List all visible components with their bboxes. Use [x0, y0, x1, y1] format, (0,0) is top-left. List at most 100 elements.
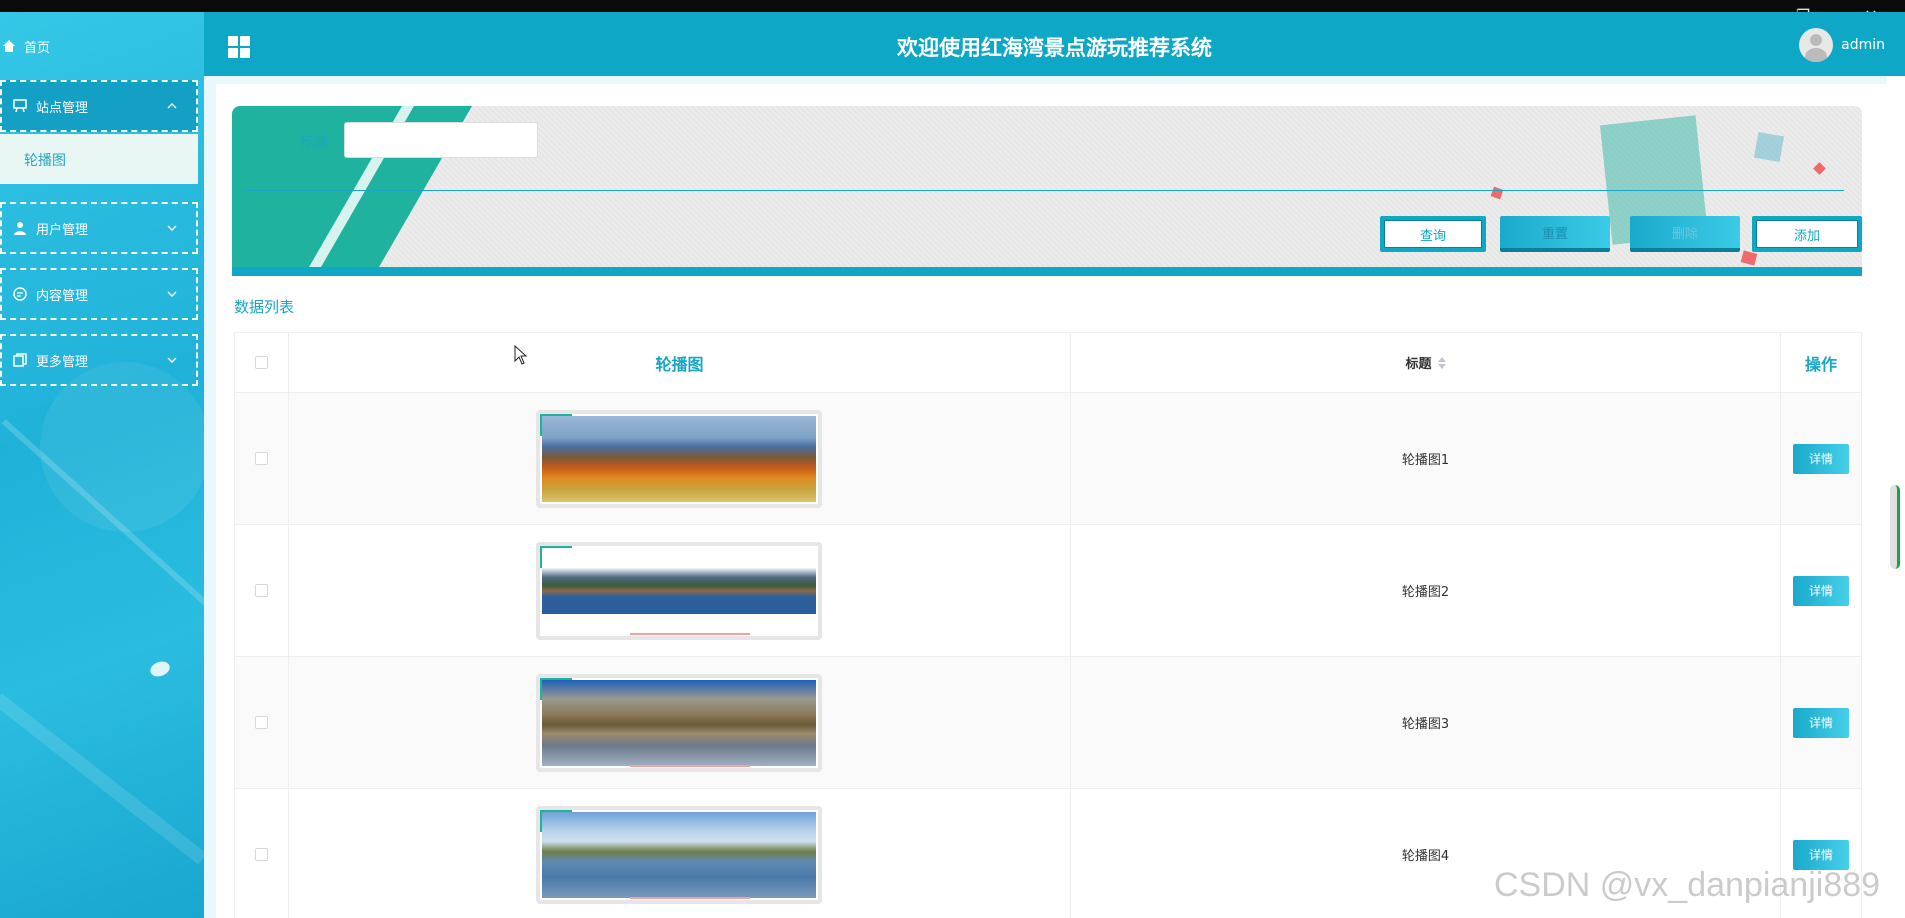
divider — [244, 190, 1844, 191]
landscape-image — [542, 679, 817, 766]
header-checkbox-cell — [235, 333, 289, 392]
title-field-label: 标题 — [300, 135, 328, 151]
image-cell — [289, 657, 1071, 788]
table-header: 轮播图 标题 操作 — [235, 333, 1861, 393]
search-panel: 标题 查询 重置 删除 添加 — [232, 106, 1862, 276]
sidebar-item-carousel[interactable]: 轮播图 — [0, 134, 198, 184]
copy-icon — [12, 352, 28, 368]
row-title: 轮播图4 — [1401, 849, 1450, 864]
row-title: 轮播图2 — [1401, 585, 1450, 600]
carousel-thumbnail[interactable] — [536, 805, 823, 904]
user-icon — [12, 220, 28, 236]
sidebar-decoration — [148, 659, 172, 679]
actions-cell: 详情 — [1781, 657, 1861, 788]
row-checkbox[interactable] — [254, 452, 268, 465]
top-header: 欢迎使用红海湾景点游玩推荐系统 admin — [204, 12, 1905, 76]
row-title: 轮播图1 — [1401, 453, 1450, 468]
banner-decoration — [1740, 250, 1758, 266]
sidebar-item-home[interactable]: 首页 — [0, 34, 50, 58]
row-checkbox-cell — [235, 525, 289, 656]
image-cell — [289, 525, 1071, 656]
row-checkbox-cell — [235, 657, 289, 788]
table-row: 轮播图2 详情 — [235, 525, 1861, 657]
home-icon — [3, 40, 15, 52]
detail-button[interactable]: 详情 — [1793, 575, 1850, 606]
landscape-image — [542, 415, 817, 502]
sidebar-group-label: 用户管理 — [36, 222, 89, 238]
row-checkbox[interactable] — [254, 716, 268, 729]
reset-button[interactable]: 重置 — [1500, 216, 1610, 252]
add-button[interactable]: 添加 — [1752, 216, 1862, 252]
chevron-down-icon — [167, 225, 177, 231]
sidebar-group-more[interactable]: 更多管理 — [0, 334, 198, 386]
watermark: CSDN @vx_danpianji889 — [1494, 866, 1881, 904]
avatar — [1799, 28, 1834, 62]
row-checkbox[interactable] — [254, 848, 268, 861]
column-header-label: 标题 — [1405, 357, 1432, 372]
carousel-thumbnail[interactable] — [536, 409, 823, 508]
title-cell: 轮播图1 — [1071, 393, 1782, 524]
row-title: 轮播图3 — [1401, 717, 1450, 732]
sidebar-group-station[interactable]: 站点管理 — [0, 80, 198, 132]
title-cell: 轮播图3 — [1071, 657, 1782, 788]
sidebar-group-user[interactable]: 用户管理 — [0, 202, 198, 254]
sidebar-decoration — [40, 362, 204, 532]
main-area: 标题 查询 重置 删除 添加 数据列表 轮播图 标题 操作 轮播图1 详情 轮播… — [204, 76, 1886, 918]
column-header-image: 轮播图 — [289, 333, 1071, 392]
page-title: 欢迎使用红海湾景点游玩推荐系统 — [897, 36, 1212, 60]
landscape-image — [542, 567, 817, 614]
actions-cell: 详情 — [1781, 525, 1861, 656]
image-cell — [289, 789, 1071, 918]
image-underline — [630, 896, 751, 899]
username: admin — [1841, 37, 1885, 53]
image-underline — [630, 764, 751, 767]
chat-icon — [12, 286, 28, 302]
title-strip — [0, 0, 1905, 12]
sort-icon[interactable] — [1437, 356, 1446, 369]
chevron-up-icon — [167, 103, 177, 109]
detail-button[interactable]: 详情 — [1793, 839, 1850, 870]
title-search-input[interactable] — [344, 122, 538, 158]
column-header-actions: 操作 — [1805, 354, 1838, 374]
row-checkbox-cell — [235, 789, 289, 918]
landscape-image — [542, 811, 817, 898]
delete-button[interactable]: 删除 — [1630, 216, 1740, 252]
banner-decoration — [1813, 162, 1826, 175]
column-header-title[interactable]: 标题 — [1071, 333, 1782, 392]
easel-icon — [12, 98, 28, 114]
chevron-down-icon — [167, 357, 177, 363]
table-row: 轮播图1 详情 — [235, 393, 1861, 525]
sidebar-group-label: 内容管理 — [36, 288, 89, 304]
detail-button[interactable]: 详情 — [1793, 707, 1850, 738]
sidebar-decoration — [0, 693, 204, 865]
row-checkbox[interactable] — [254, 584, 268, 597]
mouse-cursor-icon — [514, 345, 528, 365]
content-panel: 标题 查询 重置 删除 添加 数据列表 轮播图 标题 操作 轮播图1 详情 轮播… — [216, 84, 1886, 918]
data-table: 轮播图 标题 操作 轮播图1 详情 轮播图2 详情 轮播图3 详情 轮播图4 详… — [234, 332, 1862, 918]
banner-decoration — [1490, 186, 1504, 200]
table-body: 轮播图1 详情 轮播图2 详情 轮播图3 详情 轮播图4 详情 — [235, 393, 1861, 918]
carousel-thumbnail[interactable] — [536, 673, 823, 772]
user-menu[interactable]: admin — [1799, 28, 1885, 62]
image-underline — [630, 632, 751, 635]
sidebar: 首页 站点管理 轮播图 用户管理 内容管理 更多管理 — [0, 12, 204, 918]
select-all-checkbox[interactable] — [254, 356, 268, 369]
sidebar-group-content[interactable]: 内容管理 — [0, 268, 198, 320]
sidebar-group-label: 站点管理 — [36, 100, 89, 116]
sidebar-group-label: 更多管理 — [36, 354, 89, 370]
table-row: 轮播图3 详情 — [235, 657, 1861, 789]
title-cell: 轮播图2 — [1071, 525, 1782, 656]
detail-button[interactable]: 详情 — [1793, 443, 1850, 474]
query-button[interactable]: 查询 — [1380, 216, 1486, 252]
actions-cell: 详情 — [1781, 393, 1861, 524]
chevron-down-icon — [167, 291, 177, 297]
scrollbar-thumb[interactable] — [1890, 485, 1900, 569]
divider — [232, 267, 1862, 276]
banner-decoration — [1753, 131, 1785, 163]
sidebar-item-label: 轮播图 — [24, 153, 66, 169]
sidebar-item-label: 首页 — [24, 40, 51, 56]
carousel-thumbnail[interactable] — [536, 541, 823, 640]
row-checkbox-cell — [235, 393, 289, 524]
list-title: 数据列表 — [234, 298, 295, 316]
image-cell — [289, 393, 1071, 524]
